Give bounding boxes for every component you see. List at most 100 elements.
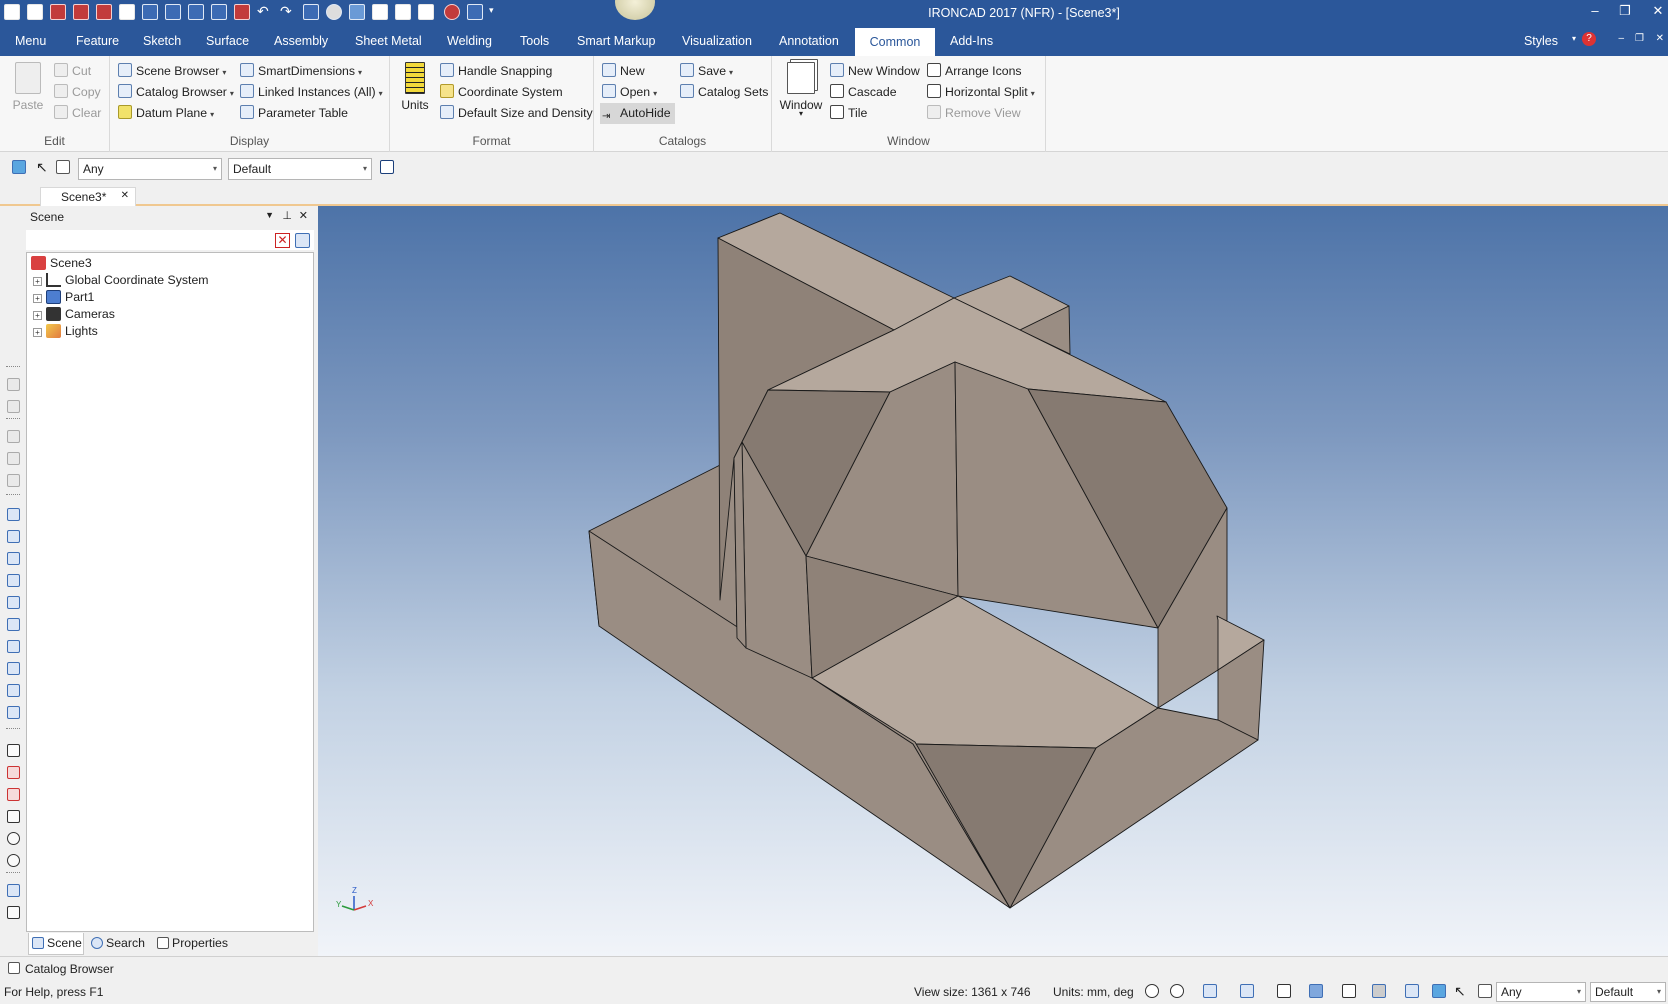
tab-sheet-metal[interactable]: Sheet Metal — [349, 26, 428, 56]
default-size-button[interactable]: Default Size and Density — [440, 103, 593, 124]
horizontal-split-button[interactable]: Horizontal Split ▾ — [927, 82, 1035, 103]
scene-filter-bar[interactable]: ✕ — [26, 230, 314, 250]
camera-mode-icon[interactable] — [1309, 984, 1323, 998]
paste-button[interactable]: Paste — [8, 62, 48, 112]
tree-node-global-coordinate-system[interactable]: + Global Coordinate System — [33, 272, 209, 289]
close-doc-icon[interactable]: ✕ — [1656, 33, 1664, 44]
tab-feature[interactable]: Feature — [70, 26, 125, 56]
tab-menu[interactable]: Menu — [9, 26, 52, 56]
select-filter-icon[interactable] — [56, 160, 70, 174]
expand-icon[interactable]: + — [33, 277, 42, 286]
tab-sketch[interactable]: Sketch — [137, 26, 187, 56]
angle-icon[interactable] — [7, 810, 20, 823]
style-combo[interactable]: Default ▾ — [228, 158, 372, 180]
filter-combo[interactable]: Any ▾ — [78, 158, 222, 180]
expand-icon[interactable]: + — [33, 294, 42, 303]
select-parts-icon[interactable] — [12, 160, 26, 174]
autohide-button[interactable]: ⇥ AutoHide — [600, 103, 675, 124]
catalog-sets-button[interactable]: Catalog Sets — [680, 82, 768, 103]
catalog-open-button[interactable]: Open ▾ — [602, 82, 657, 103]
tree-node-lights[interactable]: + Lights — [33, 323, 98, 340]
view-tool-icon[interactable] — [7, 474, 20, 487]
tab-visualization[interactable]: Visualization — [676, 26, 758, 56]
cursor-icon[interactable]: ↖ — [36, 159, 48, 176]
pin-tool-icon[interactable] — [7, 788, 20, 801]
scene-browser-button[interactable]: Scene Browser ▾ — [118, 61, 226, 82]
tab-surface[interactable]: Surface — [200, 26, 255, 56]
view-cube-icon[interactable] — [1240, 984, 1254, 998]
tile-button[interactable]: Tile — [830, 103, 867, 124]
orient-icon[interactable] — [1277, 984, 1291, 998]
clear-button[interactable]: Clear — [54, 103, 101, 124]
roll-icon[interactable] — [7, 854, 20, 867]
sketch-tool-icon[interactable] — [7, 884, 20, 897]
view-tool-icon[interactable] — [7, 378, 20, 391]
wireframe-icon[interactable] — [7, 684, 20, 697]
tab-scene3[interactable]: Scene3* ✕ — [40, 187, 136, 206]
cascade-button[interactable]: Cascade — [830, 82, 897, 103]
tab-scene[interactable]: Scene — [28, 933, 84, 955]
restore-icon[interactable]: ❐ — [1615, 3, 1635, 19]
status-filter-combo[interactable]: Any ▾ — [1496, 982, 1586, 1002]
catalog-new-button[interactable]: New — [602, 61, 645, 82]
tab-add-ins[interactable]: Add-Ins — [944, 26, 999, 56]
bottom-view-icon[interactable] — [7, 618, 20, 631]
front-view-icon[interactable] — [7, 508, 20, 521]
view-tool-icon[interactable] — [7, 430, 20, 443]
right-view-icon[interactable] — [7, 574, 20, 587]
view-tool-icon[interactable] — [7, 452, 20, 465]
tab-annotation[interactable]: Annotation — [773, 26, 845, 56]
parameter-table-button[interactable]: Parameter Table — [240, 103, 348, 124]
tab-search[interactable]: Search — [88, 933, 150, 955]
tree-node-scene3[interactable]: Scene3 — [31, 255, 92, 272]
styles-button[interactable]: Styles — [1524, 34, 1558, 48]
left-view-icon[interactable] — [7, 552, 20, 565]
shaded-icon[interactable] — [7, 662, 20, 675]
top-view-icon[interactable] — [7, 596, 20, 609]
view-tool-icon[interactable] — [7, 400, 20, 413]
status-style-combo[interactable]: Default ▾ — [1590, 982, 1666, 1002]
help-icon[interactable]: ? — [1582, 32, 1596, 46]
expand-icon[interactable]: + — [33, 311, 42, 320]
zoom-icon[interactable] — [1170, 984, 1184, 998]
minimize-icon[interactable]: – — [1585, 3, 1605, 18]
tab-tools[interactable]: Tools — [514, 26, 555, 56]
restore-doc-icon[interactable]: ❐ — [1635, 33, 1644, 44]
back-view-icon[interactable] — [7, 530, 20, 543]
tab-common[interactable]: Common — [855, 28, 935, 56]
tree-node-part1[interactable]: + Part1 — [33, 289, 94, 306]
lighting-icon[interactable] — [1405, 984, 1419, 998]
zoom-fit-icon[interactable] — [1145, 984, 1159, 998]
tab-welding[interactable]: Welding — [441, 26, 498, 56]
catalog-save-button[interactable]: Save ▾ — [680, 61, 733, 82]
styles-dropdown-icon[interactable]: ▾ — [1572, 34, 1576, 43]
tab-smart-markup[interactable]: Smart Markup — [571, 26, 662, 56]
catalog-browser-button[interactable]: Catalog Browser ▾ — [118, 82, 234, 103]
smart-dimensions-button[interactable]: SmartDimensions ▾ — [240, 61, 362, 82]
arrange-icons-button[interactable]: Arrange Icons — [927, 61, 1022, 82]
render-mode-icon[interactable] — [1203, 984, 1217, 998]
iso-view-icon[interactable] — [7, 640, 20, 653]
datum-plane-button[interactable]: Datum Plane ▾ — [118, 103, 214, 124]
remove-view-button[interactable]: Remove View — [927, 103, 1021, 124]
window-button[interactable]: Window ▾ — [778, 62, 824, 118]
camera-look-icon[interactable] — [7, 766, 20, 779]
copy-button[interactable]: Copy — [54, 82, 101, 103]
tab-properties[interactable]: Properties — [154, 933, 234, 955]
display-mode-icon[interactable] — [1372, 984, 1386, 998]
tree-node-cameras[interactable]: + Cameras — [33, 306, 115, 323]
3d-viewport[interactable]: Z X Y — [318, 206, 1668, 956]
select-parts-icon[interactable] — [1432, 984, 1446, 998]
catalog-browser-bar[interactable]: Catalog Browser — [0, 956, 1668, 980]
panel-dropdown-icon[interactable]: ▼ — [265, 210, 274, 220]
hidden-line-icon[interactable] — [7, 706, 20, 719]
ruler-tool-icon[interactable] — [7, 906, 20, 919]
close-icon[interactable]: ✕ — [1648, 3, 1668, 19]
units-button[interactable]: Units — [398, 62, 432, 112]
select-filter-icon[interactable] — [1478, 984, 1492, 998]
orbit-icon[interactable] — [7, 832, 20, 845]
cursor-icon[interactable]: ↖ — [1454, 983, 1466, 1000]
close-tab-icon[interactable]: ✕ — [121, 190, 129, 201]
tab-assembly[interactable]: Assembly — [268, 26, 334, 56]
hierarchy-icon[interactable] — [380, 160, 394, 174]
